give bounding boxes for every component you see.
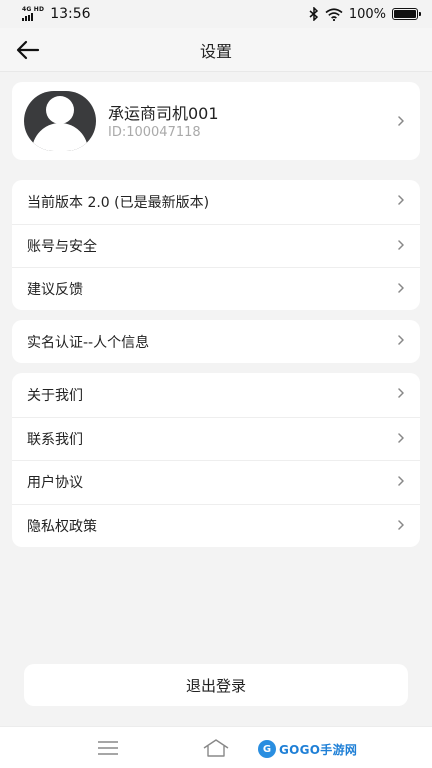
chevron-right-icon bbox=[398, 476, 404, 486]
system-navigation-bar: G GOGO手游网 bbox=[0, 726, 432, 768]
profile-card[interactable]: 承运商司机001 ID:100047118 bbox=[12, 82, 420, 160]
status-left: 4G HD 13:56 bbox=[22, 6, 91, 22]
chevron-right-icon bbox=[398, 519, 404, 530]
status-right: 100% bbox=[309, 6, 421, 22]
row-label: 账号与安全 bbox=[27, 238, 97, 255]
home-icon[interactable] bbox=[201, 737, 231, 759]
row-label: 当前版本 2.0 (已是最新版本) bbox=[27, 194, 210, 211]
menu-icon[interactable] bbox=[97, 740, 119, 756]
profile-id: ID:100047118 bbox=[108, 125, 201, 140]
status-bar: 4G HD 13:56 100% bbox=[0, 0, 432, 28]
row-label: 关于我们 bbox=[27, 387, 83, 404]
row-version[interactable]: 当前版本 2.0 (已是最新版本) bbox=[12, 180, 420, 224]
chevron-right-icon bbox=[398, 335, 404, 345]
settings-group-verification: 实名认证--人个信息 bbox=[12, 320, 420, 363]
row-real-name-verification[interactable]: 实名认证--人个信息 bbox=[12, 320, 420, 364]
row-account-security[interactable]: 账号与安全 bbox=[12, 223, 420, 268]
chevron-right-icon bbox=[398, 116, 404, 126]
chevron-right-icon bbox=[398, 239, 404, 250]
status-time: 13:56 bbox=[50, 6, 91, 22]
row-label: 隐私权政策 bbox=[27, 518, 97, 535]
settings-group-about: 关于我们 联系我们 用户协议 隐私权政策 bbox=[12, 373, 420, 547]
battery-icon bbox=[392, 8, 421, 20]
chevron-right-icon bbox=[398, 388, 404, 398]
page-title: 设置 bbox=[199, 41, 232, 61]
bluetooth-icon bbox=[309, 7, 318, 21]
chevron-right-icon bbox=[398, 432, 404, 443]
network-indicator: 4G HD bbox=[22, 7, 44, 21]
chevron-right-icon bbox=[398, 283, 404, 293]
watermark-logo-icon: G bbox=[258, 740, 276, 758]
watermark-text: GOGO手游网 bbox=[279, 742, 358, 757]
signal-icon bbox=[22, 13, 33, 21]
row-contact-us[interactable]: 联系我们 bbox=[12, 416, 420, 461]
row-about-us[interactable]: 关于我们 bbox=[12, 373, 420, 417]
row-feedback[interactable]: 建议反馈 bbox=[12, 267, 420, 311]
battery-fill bbox=[394, 10, 416, 18]
row-label: 用户协议 bbox=[27, 475, 83, 492]
chevron-right-icon bbox=[398, 195, 404, 205]
row-label: 建议反馈 bbox=[27, 282, 83, 299]
navigation-bar: 设置 bbox=[0, 28, 432, 72]
back-button[interactable] bbox=[14, 36, 42, 64]
settings-group-app: 当前版本 2.0 (已是最新版本) 账号与安全 建议反馈 bbox=[12, 180, 420, 310]
logout-button[interactable]: 退出登录 bbox=[24, 664, 408, 706]
row-label: 联系我们 bbox=[27, 431, 83, 448]
row-label: 实名认证--人个信息 bbox=[27, 334, 150, 351]
avatar bbox=[24, 91, 96, 151]
row-user-agreement[interactable]: 用户协议 bbox=[12, 460, 420, 504]
battery-percent: 100% bbox=[348, 6, 386, 22]
wifi-icon bbox=[325, 7, 343, 21]
watermark-logo: G GOGO手游网 bbox=[258, 738, 357, 760]
back-arrow-icon bbox=[16, 40, 40, 60]
profile-name: 承运商司机001 bbox=[108, 104, 219, 123]
row-privacy-policy[interactable]: 隐私权政策 bbox=[12, 503, 420, 548]
